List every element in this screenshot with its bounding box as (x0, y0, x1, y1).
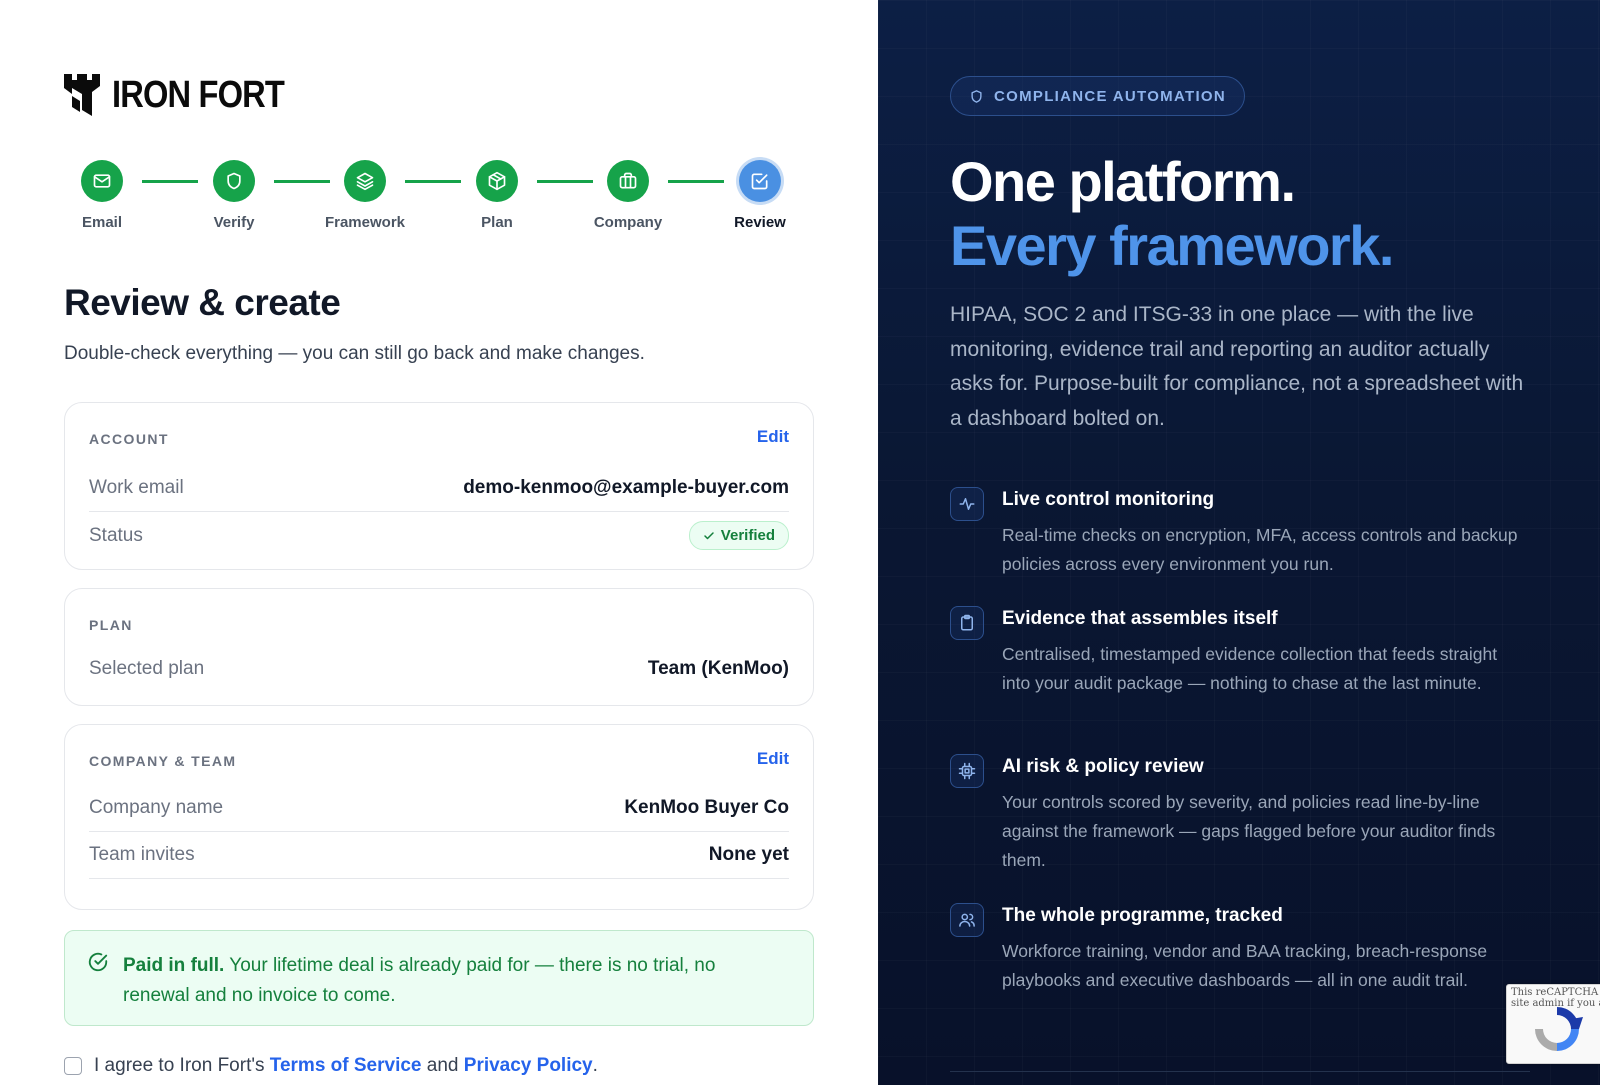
brand-logo: IRON FORT (64, 74, 312, 116)
feature-icon-box (950, 754, 984, 788)
paid-notice-strong: Paid in full. (123, 955, 225, 976)
team-invites-label: Team invites (89, 844, 195, 865)
users-icon (959, 913, 975, 927)
account-card: ACCOUNT Edit Work email demo-kenmoo@exam… (64, 402, 814, 570)
status-row: Status Verified (89, 512, 789, 559)
layers-icon (356, 172, 374, 191)
hero-lead: HIPAA, SOC 2 and ITSG-33 in one place — … (950, 303, 1524, 430)
team-invites-value: None yet (708, 844, 789, 865)
paid-notice: Paid in full. Your lifetime deal is alre… (64, 930, 814, 1026)
hero-headline-line2: Every framework. (950, 214, 1394, 277)
recaptcha-badge[interactable]: This reCAPTCHA site admin if you are (1506, 984, 1600, 1064)
step-company[interactable]: Company (568, 160, 688, 231)
feature-description: Your controls scored by severity, and po… (1002, 792, 1496, 870)
agree-and: and (421, 1055, 464, 1076)
account-heading: ACCOUNT (89, 431, 169, 447)
company-name-value: KenMoo Buyer Co (624, 797, 789, 818)
step-email-circle (81, 160, 123, 202)
step-framework-circle (344, 160, 386, 202)
feature-title: AI risk & policy review (1002, 756, 1204, 777)
feature-description: Real-time checks on encryption, MFA, acc… (1002, 525, 1518, 574)
step-plan[interactable]: Plan (437, 160, 557, 231)
step-label: Review (734, 214, 786, 231)
company-name-label: Company name (89, 797, 224, 818)
step-framework[interactable]: Framework (305, 160, 425, 231)
recaptcha-logo-icon (1535, 1007, 1583, 1051)
selected-plan-value: Team (KenMoo) (647, 657, 789, 679)
page-subtitle: Double-check everything — you can still … (64, 343, 645, 364)
agree-suffix: . (592, 1055, 598, 1076)
step-label: Company (593, 214, 663, 231)
plan-heading: PLAN (89, 617, 133, 633)
package-icon (488, 171, 506, 191)
work-email-row: Work email demo-kenmoo@example-buyer.com (89, 465, 789, 512)
company-edit-link[interactable]: Edit (757, 749, 789, 769)
terms-agreement-text: I agree to Iron Fort's Terms of Service … (94, 1055, 598, 1077)
shield-icon (971, 89, 982, 103)
step-verify-circle (213, 160, 255, 202)
activity-icon (959, 498, 975, 510)
company-card: COMPANY & TEAM Edit Company name KenMoo … (64, 724, 814, 910)
agree-prefix: I agree to Iron Fort's (94, 1055, 270, 1076)
status-badge-text: Verified (720, 527, 775, 544)
terms-agreement[interactable]: I agree to Iron Fort's Terms of Service … (64, 1055, 598, 1077)
category-pill: COMPLIANCE AUTOMATION (950, 76, 1246, 116)
status-badge: Verified (688, 521, 789, 550)
check-circle-icon (88, 952, 108, 972)
step-label: Framework (324, 214, 406, 231)
brand-name: IRON FORT (112, 74, 285, 116)
feature-icon-box (950, 606, 984, 640)
step-review[interactable]: Review (700, 160, 820, 231)
step-label: Email (81, 214, 123, 231)
cpu-icon (958, 762, 976, 780)
recaptcha-text-line1: This reCAPTCHA (1511, 987, 1599, 998)
feature-description: Workforce training, vendor and BAA track… (1002, 941, 1488, 990)
hero-headline-line1: One platform. (950, 150, 1296, 213)
terms-checkbox[interactable] (64, 1057, 82, 1075)
feature-title: Live control monitoring (1002, 489, 1215, 510)
signup-stepper: Email Verify Framework Plan Company Revi… (64, 160, 814, 240)
step-email[interactable]: Email (42, 160, 162, 231)
step-label: Plan (481, 214, 513, 231)
work-email-label: Work email (89, 477, 184, 498)
category-pill-text: COMPLIANCE AUTOMATION (994, 87, 1227, 105)
marketing-panel: COMPLIANCE AUTOMATION One platform. Ever… (878, 0, 1600, 1085)
clipboard-icon (961, 614, 973, 631)
work-email-value: demo-kenmoo@example-buyer.com (463, 477, 789, 498)
account-edit-link[interactable]: Edit (757, 427, 789, 447)
team-invites-row: Team invites None yet (89, 832, 789, 879)
step-label: Verify (213, 214, 255, 231)
paid-notice-text: Paid in full. Your lifetime deal is alre… (123, 951, 763, 1011)
feature-description: Centralised, timestamped evidence collec… (1002, 644, 1498, 693)
selected-plan-label: Selected plan (89, 657, 205, 679)
check-icon (704, 531, 714, 539)
briefcase-icon (619, 172, 637, 189)
step-company-circle (607, 160, 649, 202)
feature-title: The whole programme, tracked (1002, 905, 1283, 926)
privacy-policy-link[interactable]: Privacy Policy (464, 1055, 593, 1076)
check-square-icon (751, 173, 768, 190)
feature-title: Evidence that assembles itself (1002, 608, 1278, 629)
feature-icon-box (950, 903, 984, 937)
shield-icon (227, 172, 241, 190)
plan-card: PLAN Selected plan Team (KenMoo) (64, 588, 814, 706)
terms-of-service-link[interactable]: Terms of Service (270, 1055, 422, 1076)
step-review-circle (739, 160, 781, 202)
step-plan-circle (476, 160, 518, 202)
page-title: Review & create (64, 282, 341, 323)
company-name-row: Company name KenMoo Buyer Co (89, 785, 789, 832)
iron-fort-logo-icon (64, 74, 100, 116)
status-label: Status (89, 524, 143, 546)
company-heading: COMPANY & TEAM (89, 753, 237, 769)
divider (950, 1071, 1530, 1072)
feature-icon-box (950, 487, 984, 521)
signup-panel: IRON FORT Email Verify Framework Plan Co… (0, 0, 878, 1085)
mail-icon (93, 174, 111, 188)
step-verify[interactable]: Verify (174, 160, 294, 231)
selected-plan-row: Selected plan Team (KenMoo) (89, 645, 789, 692)
